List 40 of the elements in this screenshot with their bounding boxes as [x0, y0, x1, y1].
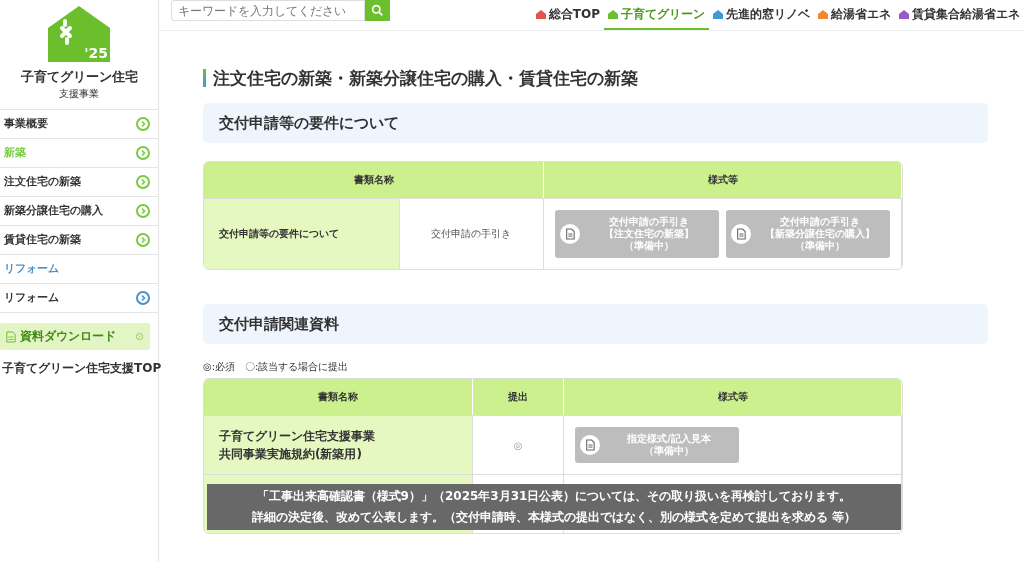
circle-arrow-icon — [135, 332, 144, 341]
site-title: 子育てグリーン住宅 — [19, 68, 139, 86]
nav-tab[interactable]: 総合TOP — [531, 0, 604, 30]
nav-tab[interactable]: 子育てグリーン — [604, 0, 709, 30]
column-header: 書類名称 — [204, 162, 544, 198]
nav-tab[interactable]: 先進的窓リノベ — [709, 0, 814, 30]
search-button[interactable] — [365, 0, 390, 21]
menu-item[interactable]: 事業概要 — [4, 117, 48, 131]
top-link[interactable]: 子育てグリーン住宅支援TOP — [2, 360, 162, 377]
document-icon — [580, 435, 600, 455]
logo-year: '25 — [84, 45, 108, 61]
nav-tab[interactable]: 給湯省エネ — [814, 0, 895, 30]
nav-tab[interactable]: 賃貸集合給湯省エネ — [895, 0, 1024, 30]
table-cell-text: 子育てグリーン住宅支援事業 共同事業実施規約(新築用) — [219, 428, 376, 463]
menu-item[interactable]: 賃貸住宅の新築 — [4, 233, 81, 247]
document-icon — [6, 330, 16, 343]
table-cell: ◎ — [513, 439, 523, 451]
menu-item[interactable]: 新築分譲住宅の購入 — [4, 204, 103, 218]
house-logo — [48, 6, 110, 62]
section-heading: 交付申請関連資料 — [203, 304, 988, 344]
section-heading: 交付申請等の要件について — [203, 103, 988, 143]
legend-text: ◎:必須 〇:該当する場合に提出 — [203, 360, 350, 374]
notice-text: 詳細の決定後、改めて公表します。（交付申請時、本様式の提出ではなく、別の様式を定めて提出を求める 等） — [251, 509, 857, 526]
column-header: 提出 — [473, 379, 564, 415]
column-header: 様式等 — [564, 379, 902, 415]
notice-text: 「工事出来高確認書（様式9）」（2025年3月31日公表）については、その取り扱いを再検討しております。 — [256, 488, 852, 505]
document-icon — [731, 224, 751, 244]
document-icon — [560, 224, 580, 244]
search-icon — [371, 4, 384, 17]
menu-item[interactable]: リフォーム — [4, 291, 59, 305]
download-button[interactable]: 資料ダウンロード — [0, 323, 150, 350]
page-title: 注文住宅の新築・新築分譲住宅の購入・賃貸住宅の新築 — [203, 69, 988, 87]
table-cell: 交付申請等の要件について — [204, 198, 400, 269]
table-cell: 交付申請の手引き — [399, 198, 544, 269]
search-field[interactable]: キーワードを入力してください — [171, 0, 365, 21]
column-header: 様式等 — [544, 162, 902, 198]
menu-item[interactable]: 注文住宅の新築 — [4, 175, 81, 189]
menu-heading: リフォーム — [4, 262, 59, 276]
site-subtitle: 支援事業 — [58, 87, 100, 101]
column-header: 書類名称 — [204, 379, 473, 415]
